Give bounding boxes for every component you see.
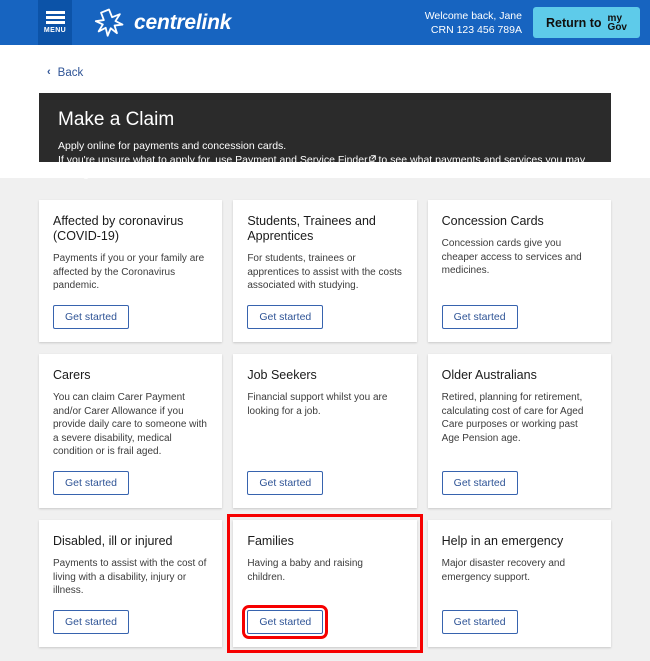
menu-button-label: MENU <box>43 27 67 34</box>
claim-card-carers[interactable]: Carers You can claim Carer Payment and/o… <box>39 354 223 508</box>
welcome-block: Welcome back, Jane CRN 123 456 789A <box>425 9 522 37</box>
return-to-mygov-button[interactable]: Return to my Gov <box>532 7 640 38</box>
hero-banner: Make a Claim Apply online for payments a… <box>39 93 611 180</box>
card-title: Affected by coronavirus (COVID-19) <box>53 214 184 243</box>
payment-service-finder-link[interactable]: Payment and Service Finder <box>235 154 367 166</box>
card-title: Help in an emergency <box>441 534 564 548</box>
hero-line2-prefix: If you're unsure what to apply for, use <box>58 154 236 166</box>
claim-card-students-trainees-apprentices[interactable]: Students, Trainees and Apprentices For s… <box>233 200 417 342</box>
get-started-button[interactable]: Get started <box>53 609 129 634</box>
back-navigation-row: ‹ Back <box>0 45 650 93</box>
card-description: Payments to assist with the cost of livi… <box>53 558 207 596</box>
hero-line-2: If you're unsure what to apply for, use … <box>58 153 592 181</box>
claim-category-grid: Affected by coronavirus (COVID-19) Payme… <box>39 200 611 653</box>
crn-number: CRN 123 456 789A <box>430 23 522 36</box>
card-title: Carers <box>53 368 91 382</box>
get-started-button[interactable]: Get started <box>53 304 129 329</box>
card-description: Retired, planning for retirement, calcul… <box>441 392 584 444</box>
get-started-button[interactable]: Get started <box>247 304 324 329</box>
hero-line-1: Apply online for payments and concession… <box>58 140 287 152</box>
back-link-label: Back <box>57 66 84 79</box>
card-description: Concession cards give you cheaper access… <box>441 238 582 276</box>
get-started-button[interactable]: Get started <box>441 609 518 634</box>
get-started-button[interactable]: Get started <box>247 470 324 495</box>
claim-card-help-in-an-emergency[interactable]: Help in an emergency Major disaster reco… <box>427 520 611 647</box>
payment-service-finder-label: Payment and Service Finder <box>235 154 368 166</box>
hamburger-icon <box>45 11 65 24</box>
back-link[interactable]: ‹ Back <box>47 67 83 79</box>
card-description: You can claim Carer Payment and/or Carer… <box>53 392 207 457</box>
return-to-label: Return to <box>545 15 602 30</box>
get-started-button[interactable]: Get started <box>441 304 518 329</box>
card-description: For students, trainees or apprentices to… <box>247 253 402 291</box>
get-started-button[interactable]: Get started <box>53 470 129 495</box>
claim-card-disabled-ill-injured[interactable]: Disabled, ill or injured Payments to ass… <box>39 520 223 647</box>
brand-name: centrelink <box>134 10 232 34</box>
card-description: Major disaster recovery and emergency su… <box>441 558 566 583</box>
hero-subtext: Apply online for payments and concession… <box>58 139 592 181</box>
claim-card-concession-cards[interactable]: Concession Cards Concession cards give y… <box>427 200 611 342</box>
hero-banner-wrapper: Make a Claim Apply online for payments a… <box>0 93 650 180</box>
card-description: Financial support whilst you are looking… <box>247 392 388 417</box>
centrelink-star-logo-icon <box>94 8 124 37</box>
header-right-group: Welcome back, Jane CRN 123 456 789A Retu… <box>425 0 640 45</box>
card-title: Students, Trainees and Apprentices <box>247 214 376 243</box>
menu-button[interactable]: MENU <box>38 0 72 45</box>
mygov-logo-gov: Gov <box>607 21 627 33</box>
claim-card-job-seekers[interactable]: Job Seekers Financial support whilst you… <box>233 354 417 508</box>
card-description: Having a baby and raising children. <box>247 558 363 583</box>
card-description: Payments if you or your family are affec… <box>53 253 205 291</box>
card-title: Disabled, ill or injured <box>53 534 173 548</box>
claim-card-older-australians[interactable]: Older Australians Retired, planning for … <box>427 354 611 508</box>
mygov-logo: my Gov <box>607 13 627 33</box>
get-started-button[interactable]: Get started <box>441 470 518 495</box>
external-link-icon <box>368 155 376 162</box>
page-title: Make a Claim <box>58 109 175 130</box>
claim-categories-section: Affected by coronavirus (COVID-19) Payme… <box>0 178 650 661</box>
chevron-left-icon: ‹ <box>47 66 51 78</box>
card-title: Older Australians <box>441 368 537 382</box>
claim-card-coronavirus[interactable]: Affected by coronavirus (COVID-19) Payme… <box>39 200 223 342</box>
claim-card-families[interactable]: Families Having a baby and raising child… <box>227 514 423 653</box>
card-title: Families <box>247 534 294 548</box>
site-header: MENU centrelink Welcome back, Jane CRN 1… <box>0 0 650 45</box>
welcome-greeting: Welcome back, Jane <box>424 9 522 22</box>
card-title: Concession Cards <box>441 214 544 228</box>
card-title: Job Seekers <box>247 368 317 382</box>
centrelink-brand[interactable]: centrelink <box>94 8 231 38</box>
get-started-button[interactable]: Get started <box>242 604 329 639</box>
